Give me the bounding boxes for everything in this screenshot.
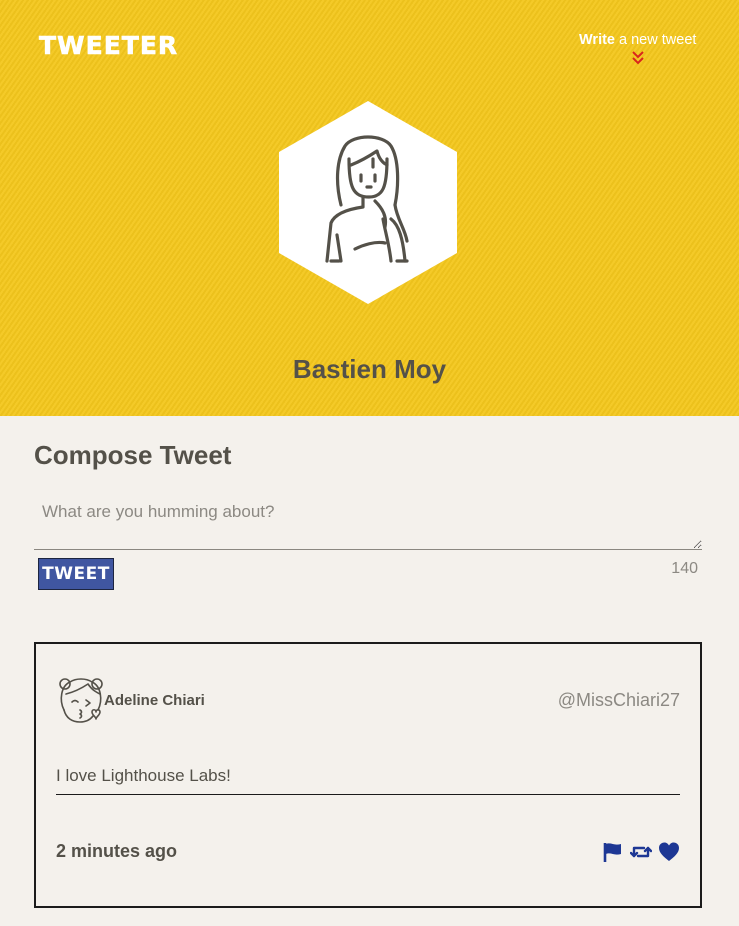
tweet-author-handle: @MissChiari27 xyxy=(557,690,680,710)
write-link-bold: Write xyxy=(579,32,615,48)
tweet-actions xyxy=(602,841,680,863)
retweet-icon[interactable] xyxy=(630,841,652,863)
tweet-submit-button[interactable]: TWEET xyxy=(38,558,114,590)
flag-icon[interactable] xyxy=(602,841,624,863)
profile-name: Bastien Moy xyxy=(292,354,447,384)
write-link-rest: a new tweet xyxy=(615,32,697,48)
double-chevron-down-icon[interactable] xyxy=(631,51,645,65)
profile-header: TWEETER Write a new tweet Bastien Moy xyxy=(0,0,739,416)
tweet-author-name: Adeline Chiari xyxy=(104,692,205,709)
app-logo[interactable]: TWEETER xyxy=(39,31,178,61)
heart-icon[interactable] xyxy=(658,841,680,863)
tweet-timestamp: 2 minutes ago xyxy=(56,841,178,861)
tweet-text: I love Lighthouse Labs! xyxy=(56,764,680,795)
write-new-tweet-link[interactable]: Write a new tweet xyxy=(579,32,699,48)
tweet-textarea[interactable] xyxy=(34,492,702,550)
char-counter: 140 xyxy=(671,560,698,577)
tweet-card: Adeline Chiari @MissChiari27 I love Ligh… xyxy=(34,642,702,908)
tweet-avatar xyxy=(59,678,103,723)
compose-title: Compose Tweet xyxy=(34,440,232,470)
profile-avatar xyxy=(279,101,457,304)
